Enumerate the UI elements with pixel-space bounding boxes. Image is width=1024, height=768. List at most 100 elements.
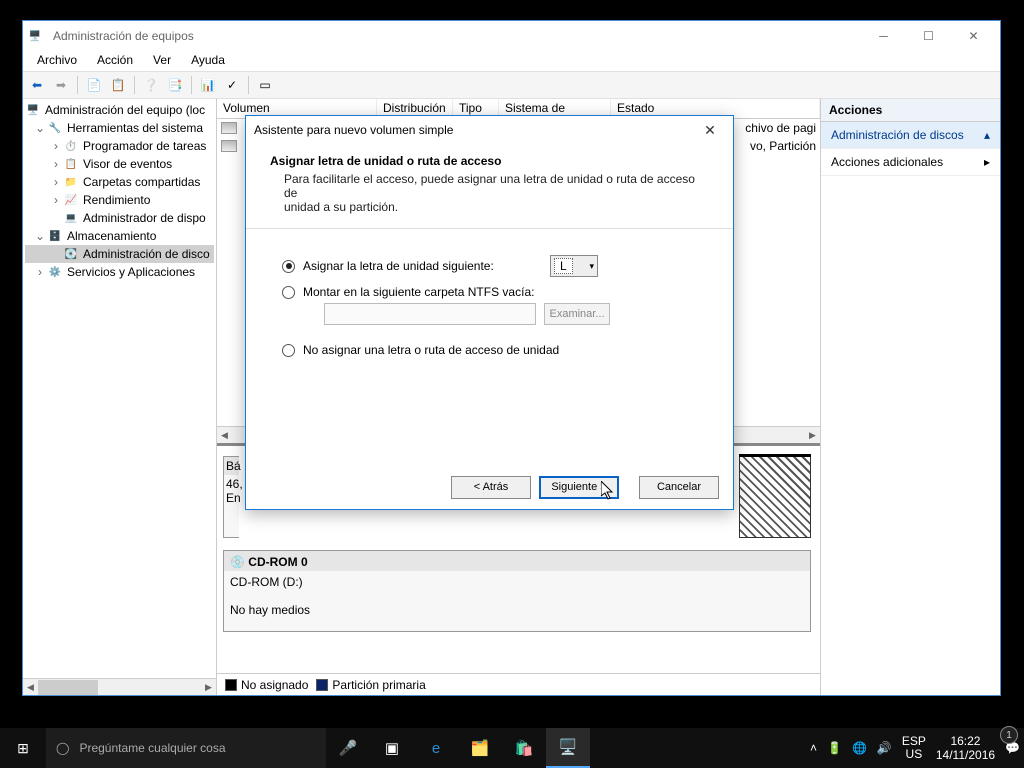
taskbar-app-edge[interactable]: e <box>414 728 458 768</box>
radio-icon[interactable] <box>282 344 295 357</box>
back-button[interactable]: < Atrás <box>451 476 531 499</box>
menu-file[interactable]: Archivo <box>27 51 87 71</box>
wizard-title: Asistente para nuevo volumen simple <box>254 123 695 137</box>
taskbar[interactable]: ⊞ ◯ Pregúntame cualquier cosa 🎤 ▣ e 🗂️ 🛍… <box>0 728 1024 768</box>
drive-letter-select[interactable]: L ▾ <box>550 255 598 277</box>
help-icon[interactable]: ❔ <box>141 75 161 95</box>
maximize-button[interactable]: ☐ <box>906 22 951 50</box>
tree-horizontal-scrollbar[interactable]: ◀ ▶ <box>23 678 216 695</box>
expander-icon[interactable]: › <box>33 265 47 279</box>
radio-icon[interactable] <box>282 260 295 273</box>
network-icon[interactable]: 🌐 <box>852 741 867 755</box>
tree-item-performance[interactable]: Rendimiento <box>83 193 150 207</box>
notification-badge[interactable]: 1 <box>1000 726 1018 744</box>
navigation-tree[interactable]: 🖥️Administración del equipo (loc ⌄🔧Herra… <box>23 99 216 678</box>
tree-item-systools[interactable]: Herramientas del sistema <box>67 121 203 135</box>
legend-unallocated: No asignado <box>241 678 308 692</box>
search-placeholder: Pregúntame cualquier cosa <box>79 741 225 755</box>
navigation-tree-pane: 🖥️Administración del equipo (loc ⌄🔧Herra… <box>23 99 217 695</box>
language-indicator[interactable]: ESPUS <box>902 735 926 761</box>
tree-item-sharedfolders[interactable]: Carpetas compartidas <box>83 175 200 189</box>
expander-icon[interactable]: ⌄ <box>33 121 47 135</box>
sharedfolders-icon: 📁 <box>63 174 79 190</box>
tree-item-diskmgmt[interactable]: Administración de disco <box>83 247 210 261</box>
option-assign-letter-label: Asignar la letra de unidad siguiente: <box>303 259 494 273</box>
battery-icon[interactable]: 🔋 <box>827 741 842 755</box>
start-button[interactable]: ⊞ <box>0 740 46 757</box>
expander-icon[interactable]: › <box>49 193 63 207</box>
option-no-letter[interactable]: No asignar una letra o ruta de acceso de… <box>282 343 703 357</box>
back-icon[interactable]: ⬅ <box>27 75 47 95</box>
cdrom-state: No hay medios <box>230 603 310 617</box>
expander-icon[interactable]: › <box>49 139 63 153</box>
eventviewer-icon: 📋 <box>63 156 79 172</box>
window-title: Administración de equipos <box>53 29 861 43</box>
taskbar-app-store[interactable]: 🛍️ <box>502 728 546 768</box>
actions-main-label: Administración de discos <box>831 128 964 142</box>
option-assign-letter[interactable]: Asignar la letra de unidad siguiente: L … <box>282 259 703 273</box>
tray-overflow-icon[interactable]: ˄ <box>810 741 817 755</box>
radio-icon[interactable] <box>282 286 295 299</box>
legend-swatch-unallocated <box>225 679 237 691</box>
volume-icon <box>221 122 237 134</box>
tree-item-storage[interactable]: Almacenamiento <box>67 229 156 243</box>
menu-action[interactable]: Acción <box>87 51 143 71</box>
toolbar-icon[interactable]: ✓ <box>222 75 242 95</box>
legend-swatch-primary <box>316 679 328 691</box>
menu-view[interactable]: Ver <box>143 51 181 71</box>
legend-bar: No asignado Partición primaria <box>217 673 820 695</box>
wizard-close-button[interactable]: ✕ <box>695 122 725 139</box>
system-tray[interactable]: ˄ 🔋 🌐 🔊 ESPUS 16:2214/11/2016 💬 <box>806 734 1024 762</box>
expander-icon[interactable]: ⌄ <box>33 229 47 243</box>
scroll-left-icon[interactable]: ◀ <box>23 680 38 695</box>
disk-0-label: Bá <box>226 459 241 473</box>
tree-item-devmgr[interactable]: Administrador de dispo <box>83 211 206 225</box>
expander-icon[interactable]: › <box>49 157 63 171</box>
taskbar-search[interactable]: ◯ Pregúntame cualquier cosa <box>46 728 326 768</box>
toolbar-icon[interactable]: 📊 <box>198 75 218 95</box>
actions-main[interactable]: Administración de discos ▴ <box>821 122 1000 149</box>
toolbar-icon[interactable]: 📄 <box>84 75 104 95</box>
wizard-titlebar[interactable]: Asistente para nuevo volumen simple ✕ <box>246 116 733 144</box>
scroll-right-icon[interactable]: ▶ <box>201 680 216 695</box>
list-fragment: chivo de pagi <box>745 121 816 135</box>
scheduler-icon: ⏱️ <box>63 138 79 154</box>
wizard-heading: Asignar letra de unidad o ruta de acceso <box>270 154 709 168</box>
disk-0-entry[interactable]: Bá 46,En <box>223 456 239 538</box>
chevron-right-icon: ▸ <box>984 155 990 169</box>
new-volume-wizard-dialog: Asistente para nuevo volumen simple ✕ As… <box>245 115 734 510</box>
actions-header: Acciones <box>821 99 1000 122</box>
scroll-left-icon[interactable]: ◀ <box>217 428 232 443</box>
volume-icon[interactable]: 🔊 <box>877 741 892 755</box>
cancel-button[interactable]: Cancelar <box>639 476 719 499</box>
app-icon: 🖥️ <box>27 28 43 44</box>
titlebar[interactable]: 🖥️ Administración de equipos ─ ☐ ✕ <box>23 21 1000 51</box>
actions-more[interactable]: Acciones adicionales ▸ <box>821 149 1000 176</box>
scroll-right-icon[interactable]: ▶ <box>805 428 820 443</box>
toolbar-icon[interactable]: 📑 <box>165 75 185 95</box>
scrollbar-thumb[interactable] <box>38 680 98 695</box>
diskmgmt-icon: 💽 <box>63 246 79 262</box>
tree-root[interactable]: Administración del equipo (loc <box>45 103 205 117</box>
close-button[interactable]: ✕ <box>951 22 996 50</box>
minimize-button[interactable]: ─ <box>861 22 906 50</box>
tree-item-scheduler[interactable]: Programador de tareas <box>83 139 206 153</box>
next-button[interactable]: Siguiente > <box>539 476 619 499</box>
taskbar-app-compmgmt[interactable]: 🖥️ <box>546 728 590 768</box>
mic-icon[interactable]: 🎤 <box>326 728 370 768</box>
performance-icon: 📈 <box>63 192 79 208</box>
cdrom-entry[interactable]: 💿 CD-ROM 0 CD-ROM (D:) No hay medios <box>223 550 811 632</box>
unallocated-region[interactable] <box>739 456 811 538</box>
forward-icon[interactable]: ➡ <box>51 75 71 95</box>
toolbar-icon[interactable]: 📋 <box>108 75 128 95</box>
menu-help[interactable]: Ayuda <box>181 51 235 71</box>
expander-icon[interactable]: › <box>49 175 63 189</box>
taskbar-app-explorer[interactable]: 🗂️ <box>458 728 502 768</box>
task-view-button[interactable]: ▣ <box>370 728 414 768</box>
taskbar-clock[interactable]: 16:2214/11/2016 <box>936 734 995 762</box>
toolbar-icon[interactable]: ▭ <box>255 75 275 95</box>
option-mount-folder[interactable]: Montar en la siguiente carpeta NTFS vací… <box>282 285 703 299</box>
wizard-content: Asignar la letra de unidad siguiente: L … <box>246 229 733 465</box>
tree-item-services[interactable]: Servicios y Aplicaciones <box>67 265 195 279</box>
tree-item-eventviewer[interactable]: Visor de eventos <box>83 157 172 171</box>
